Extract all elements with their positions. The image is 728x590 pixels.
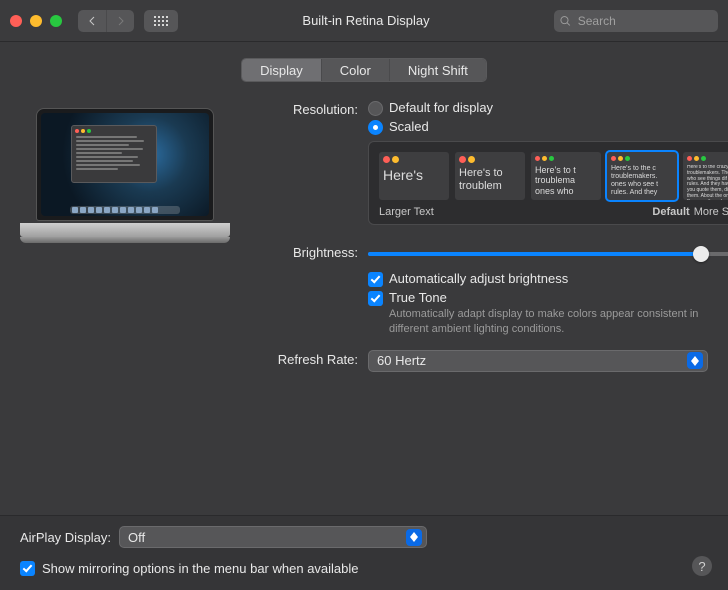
slider-thumb-icon[interactable] bbox=[693, 246, 709, 262]
tab-display[interactable]: Display bbox=[242, 59, 321, 81]
search-field[interactable] bbox=[554, 10, 718, 32]
resolution-scaled-radio[interactable]: Scaled bbox=[368, 119, 728, 135]
airplay-popup[interactable]: Off bbox=[119, 526, 427, 548]
brightness-row: Brightness: Automatically adjust brightn… bbox=[258, 243, 728, 340]
chevron-right-icon bbox=[117, 16, 125, 26]
caption-default: Default bbox=[652, 206, 689, 218]
help-button[interactable]: ? bbox=[692, 556, 712, 576]
titlebar: Built-in Retina Display bbox=[0, 0, 728, 42]
resolution-row: Resolution: Default for display Scaled bbox=[258, 100, 728, 225]
content-area: Resolution: Default for display Scaled bbox=[0, 82, 728, 380]
thumb-text: Here's to troublem bbox=[459, 167, 521, 192]
thumb-text: Here's to the c troublemakers. ones who … bbox=[611, 165, 673, 197]
radio-icon bbox=[368, 120, 383, 135]
airplay-label: AirPlay Display: bbox=[20, 530, 111, 545]
radio-icon bbox=[368, 101, 383, 116]
traffic-lights bbox=[10, 15, 62, 27]
radio-label: Default for display bbox=[389, 100, 493, 115]
resolution-label: Resolution: bbox=[258, 100, 368, 117]
true-tone-checkbox[interactable]: True Tone Automatically adapt display to… bbox=[368, 290, 728, 337]
window-title: Built-in Retina Display bbox=[188, 13, 544, 28]
close-icon[interactable] bbox=[10, 15, 22, 27]
back-button[interactable] bbox=[78, 10, 106, 32]
search-input[interactable] bbox=[576, 13, 712, 29]
resolution-option-4[interactable]: Here's to the c troublemakers. ones who … bbox=[607, 152, 677, 200]
refresh-rate-row: Refresh Rate: 60 Hertz bbox=[258, 350, 728, 372]
resolution-option-2[interactable]: Here's to troublem bbox=[455, 152, 525, 200]
resolution-option-3[interactable]: Here's to t troublema ones who bbox=[531, 152, 601, 200]
search-icon bbox=[560, 15, 571, 27]
show-all-button[interactable] bbox=[144, 10, 178, 32]
thumb-text: Here's to t troublema ones who bbox=[535, 165, 597, 196]
grid-icon bbox=[154, 16, 168, 26]
resolution-default-radio[interactable]: Default for display bbox=[368, 100, 728, 116]
popup-value: 60 Hertz bbox=[377, 353, 687, 368]
checkbox-label: Automatically adjust brightness bbox=[389, 271, 568, 286]
popup-arrows-icon bbox=[687, 352, 703, 369]
resolution-option-1[interactable]: Here's bbox=[379, 152, 449, 200]
popup-value: Off bbox=[128, 530, 406, 545]
airplay-row: AirPlay Display: Off bbox=[20, 526, 708, 548]
true-tone-description: Automatically adapt display to make colo… bbox=[389, 307, 699, 337]
checkbox-icon bbox=[368, 291, 383, 306]
settings-panel: Resolution: Default for display Scaled bbox=[258, 100, 728, 380]
zoom-icon[interactable] bbox=[50, 15, 62, 27]
bottom-panel: AirPlay Display: Off Show mirroring opti… bbox=[0, 515, 728, 590]
auto-brightness-checkbox[interactable]: Automatically adjust brightness bbox=[368, 271, 728, 287]
prefs-window: Built-in Retina Display Display Color Ni… bbox=[0, 0, 728, 590]
tab-night-shift[interactable]: Night Shift bbox=[389, 59, 486, 81]
refresh-rate-popup[interactable]: 60 Hertz bbox=[368, 350, 708, 372]
popup-arrows-icon bbox=[406, 529, 422, 546]
checkbox-label: True Tone bbox=[389, 290, 699, 305]
brightness-label: Brightness: bbox=[258, 243, 368, 260]
caption-larger-text: Larger Text bbox=[379, 206, 434, 218]
resolution-picker: Here's Here's to troublem Here's to t tr… bbox=[368, 141, 728, 225]
brightness-slider[interactable] bbox=[368, 245, 728, 263]
caption-more-space: More Space bbox=[694, 206, 728, 218]
refresh-rate-label: Refresh Rate: bbox=[258, 350, 368, 367]
thumb-text: Here's to the crazy one troublemakers. T… bbox=[687, 165, 728, 200]
checkbox-icon bbox=[20, 561, 35, 576]
thumb-text: Here's bbox=[383, 167, 445, 183]
tab-color[interactable]: Color bbox=[321, 59, 389, 81]
laptop-icon bbox=[20, 108, 230, 243]
help-icon: ? bbox=[698, 559, 705, 574]
tab-bar: Display Color Night Shift bbox=[0, 58, 728, 82]
display-preview bbox=[20, 100, 240, 380]
forward-button[interactable] bbox=[106, 10, 134, 32]
nav-back-forward bbox=[78, 10, 134, 32]
radio-label: Scaled bbox=[389, 119, 429, 134]
checkbox-icon bbox=[368, 272, 383, 287]
resolution-option-5[interactable]: Here's to the crazy one troublemakers. T… bbox=[683, 152, 728, 200]
mirroring-checkbox[interactable]: Show mirroring options in the menu bar w… bbox=[20, 560, 708, 576]
checkbox-label: Show mirroring options in the menu bar w… bbox=[42, 561, 359, 576]
minimize-icon[interactable] bbox=[30, 15, 42, 27]
segmented-control: Display Color Night Shift bbox=[241, 58, 487, 82]
chevron-left-icon bbox=[88, 16, 96, 26]
